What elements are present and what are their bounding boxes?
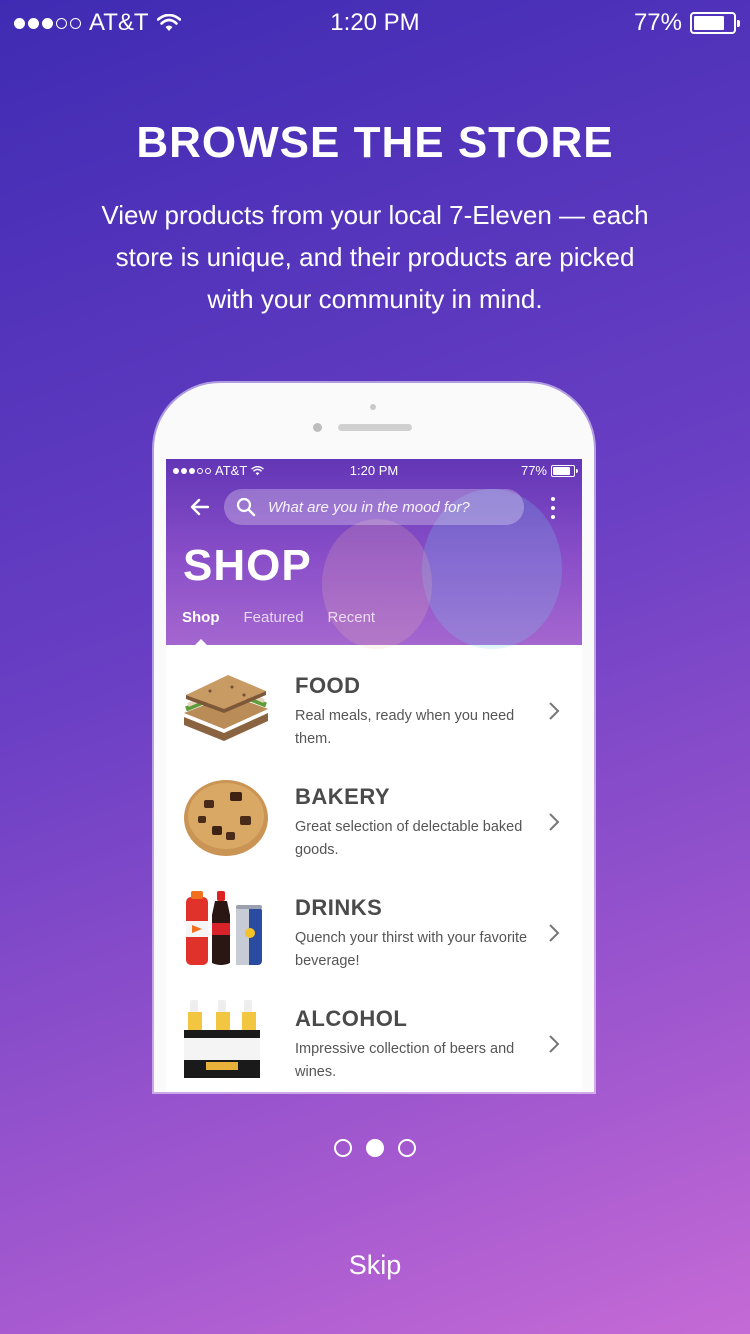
category-name: FOOD — [295, 673, 361, 698]
back-arrow-icon[interactable] — [188, 495, 212, 519]
chevron-right-icon — [549, 1035, 560, 1053]
page-dot-3[interactable] — [398, 1139, 416, 1157]
category-description: Great selection of delectable baked good… — [295, 819, 523, 858]
category-name: DRINKS — [295, 895, 383, 920]
tab-shop[interactable]: Shop — [182, 609, 220, 646]
mockup-screen: AT&T 1:20 PM 77% What are you in the moo… — [166, 459, 582, 1092]
shop-tabs: Shop Featured Recent — [182, 609, 376, 646]
chevron-right-icon — [549, 702, 560, 720]
tab-recent[interactable]: Recent — [328, 609, 376, 626]
category-row-food[interactable]: FOOD Real meals, ready when you need the… — [166, 645, 582, 756]
battery-icon — [690, 12, 740, 34]
status-bar: AT&T 1:20 PM 77% — [0, 0, 750, 44]
cookie-icon — [184, 780, 268, 856]
chevron-right-icon — [549, 924, 560, 942]
header-photo-highlight — [322, 519, 432, 649]
drinks-icon — [186, 891, 262, 965]
beer-pack-icon — [184, 1000, 260, 1078]
category-description: Quench your thirst with your favorite be… — [295, 930, 528, 969]
category-name: BAKERY — [295, 784, 391, 809]
category-description: Real meals, ready when you need them. — [295, 708, 515, 747]
shop-header: AT&T 1:20 PM 77% What are you in the moo… — [166, 459, 582, 649]
mockup-battery-percent: 77% — [520, 463, 547, 478]
battery-icon — [551, 464, 578, 477]
category-list: FOOD Real meals, ready when you need the… — [166, 645, 582, 1089]
more-options-icon[interactable] — [550, 497, 556, 519]
battery-percent: 77% — [633, 9, 682, 36]
mockup-status-bar: AT&T 1:20 PM 77% — [166, 463, 582, 483]
search-placeholder: What are you in the mood for? — [268, 498, 470, 516]
tab-shop-label: Shop — [182, 609, 220, 626]
category-row-bakery[interactable]: BAKERY Great selection of delectable bak… — [166, 756, 582, 867]
mockup-battery: 77% — [520, 463, 578, 478]
category-row-drinks[interactable]: DRINKS Quench your thirst with your favo… — [166, 867, 582, 978]
tab-featured[interactable]: Featured — [244, 609, 304, 626]
mockup-status-time: 1:20 PM — [349, 463, 399, 478]
page-dot-1[interactable] — [334, 1139, 352, 1157]
page-dot-2[interactable] — [366, 1139, 384, 1157]
page-title: SHOP — [183, 541, 312, 590]
onboarding-title: BROWSE THE STORE — [136, 118, 614, 167]
speaker-grille — [338, 424, 412, 431]
sensor-dot — [370, 404, 376, 410]
search-input[interactable]: What are you in the mood for? — [224, 489, 524, 525]
category-name: ALCOHOL — [295, 1006, 408, 1031]
onboarding-subtitle: View products from your local 7-Eleven —… — [101, 200, 649, 314]
page-indicator — [0, 1139, 750, 1157]
phone-mockup: AT&T 1:20 PM 77% What are you in the moo… — [154, 383, 594, 1092]
skip-button[interactable]: Skip — [0, 1250, 750, 1281]
battery: 77% — [633, 9, 740, 37]
front-camera — [313, 423, 322, 432]
sandwich-icon — [184, 675, 268, 741]
chevron-right-icon — [549, 813, 560, 831]
category-row-alcohol[interactable]: ALCOHOL Impressive collection of beers a… — [166, 978, 582, 1089]
search-icon — [236, 497, 256, 517]
category-description: Impressive collection of beers and wines… — [295, 1041, 515, 1080]
